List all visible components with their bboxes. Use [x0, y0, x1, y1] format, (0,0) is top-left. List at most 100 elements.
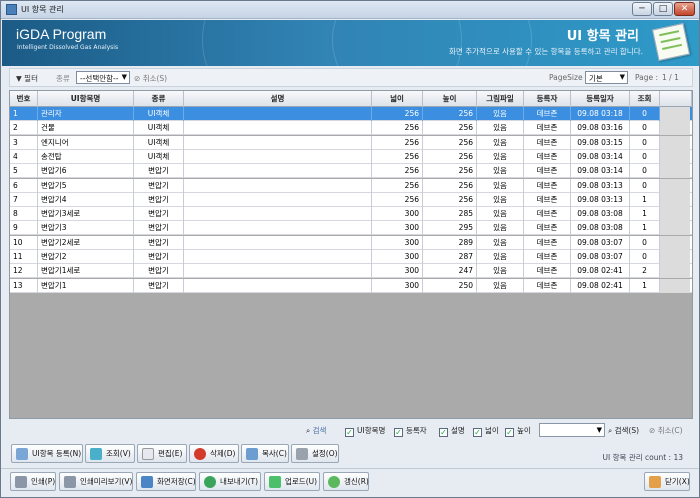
cell-registrant: 데브존	[524, 178, 571, 193]
column-header-name[interactable]: UI항목명	[38, 91, 134, 107]
cell-desc	[184, 135, 372, 150]
close-label: 닫기(X)	[665, 477, 690, 486]
row-filler	[660, 192, 690, 207]
search-bar: ⌕ 검색 ✓ UI항목명 ✓ 등록자 ✓ 설명 ✓ 넓이 ✓ 높이 ▼ ⌕ 검색(S) ⊘…	[9, 421, 693, 440]
column-header-date[interactable]: 등록일자	[571, 91, 630, 107]
search-button-label: 검색(S)	[614, 426, 640, 435]
table-row[interactable]: 8 변압기3세로 변압기 300 285 있음 데브존 09.08 03:08 1	[10, 207, 692, 222]
check-width[interactable]: ✓ 넓이	[473, 425, 499, 437]
table-header: 번호 UI항목명 종류 설명 넓이 높이 그림파일 등록자 등록일자 조회	[10, 91, 692, 107]
table-row[interactable]: 1 관리자 UI객체 256 256 있음 데브존 09.08 03:18 0	[10, 107, 692, 121]
type-select[interactable]: --선택안함-- ▼	[76, 71, 130, 84]
cell-registrant: 데브존	[524, 235, 571, 250]
check-ui-item-name[interactable]: ✓ UI항목명	[345, 425, 385, 437]
column-header-height[interactable]: 높이	[423, 91, 477, 107]
refresh-label: 갱신(R)	[344, 477, 369, 486]
table-row[interactable]: 11 변압기2 변압기 300 287 있음 데브존 09.08 03:07 0	[10, 250, 692, 264]
table-row[interactable]: 4 송전탑 UI객체 256 256 있음 데브존 09.08 03:14 0	[10, 149, 692, 164]
cell-views: 0	[630, 107, 660, 121]
cell-width: 300	[372, 250, 423, 264]
table-row[interactable]: 10 변압기2세로 변압기 300 289 있음 데브존 09.08 03:07 0	[10, 235, 692, 250]
cell-type: 변압기	[134, 192, 184, 207]
column-header-desc[interactable]: 설명	[184, 91, 372, 107]
column-header-no[interactable]: 번호	[10, 91, 38, 107]
cell-registrant: 데브존	[524, 135, 571, 150]
close-button[interactable]: 닫기(X)	[644, 472, 690, 491]
cell-views: 0	[630, 178, 660, 193]
search-input[interactable]: ▼	[539, 423, 605, 437]
copy-button[interactable]: 복사(C)	[241, 444, 289, 463]
delete-button[interactable]: 삭제(D)	[189, 444, 239, 463]
cell-views: 0	[630, 149, 660, 164]
table-row[interactable]: 2 건물 UI객체 256 256 있음 데브존 09.08 03:16 0	[10, 121, 692, 136]
table-row[interactable]: 5 변압기6 변압기 256 256 있음 데브존 09.08 03:14 0	[10, 164, 692, 179]
column-header-type[interactable]: 종류	[134, 91, 184, 107]
cell-no: 6	[10, 178, 38, 193]
cell-image: 있음	[477, 221, 524, 236]
chevron-down-icon: ▼	[121, 73, 127, 81]
maximize-button[interactable]: □	[653, 2, 673, 16]
tools-icon	[296, 448, 308, 460]
cell-name: 변압기3	[38, 221, 134, 236]
pagesize-label: PageSize	[549, 73, 583, 82]
cell-width: 256	[372, 121, 423, 136]
cell-desc	[184, 235, 372, 250]
product-subtitle: Intelligent Dissolved Gas Analysis	[17, 44, 119, 51]
row-filler	[660, 278, 690, 293]
register-button[interactable]: UI항목 등록(N)	[11, 444, 83, 463]
cell-height: 256	[423, 107, 477, 121]
row-filler	[660, 250, 690, 264]
column-header-width[interactable]: 넓이	[372, 91, 423, 107]
screen-save-button[interactable]: 화면저장(C)	[136, 472, 196, 491]
cell-width: 256	[372, 149, 423, 164]
search-button[interactable]: ⌕ 검색(S)	[608, 425, 639, 436]
cell-desc	[184, 164, 372, 179]
grid-add-icon	[16, 448, 28, 460]
table-row[interactable]: 3 엔지니어 UI객체 256 256 있음 데브존 09.08 03:15 0	[10, 135, 692, 150]
settings-button[interactable]: 설정(O)	[291, 444, 339, 463]
cell-no: 7	[10, 192, 38, 207]
cell-type: UI객체	[134, 121, 184, 136]
cell-views: 0	[630, 135, 660, 150]
checkbox-checked-icon: ✓	[394, 428, 403, 437]
upload-button[interactable]: 업로드(U)	[264, 472, 320, 491]
column-header-views[interactable]: 조회	[630, 91, 660, 107]
cancel-icon: ⊘	[134, 74, 141, 83]
pagesize-select[interactable]: 기본 ▼	[585, 71, 628, 84]
cell-width: 256	[372, 164, 423, 179]
row-filler	[660, 235, 690, 250]
search-options-toggle[interactable]: ⌕ 검색	[306, 425, 326, 436]
view-button[interactable]: 조회(V)	[85, 444, 135, 463]
table-row[interactable]: 13 변압기1 변압기 300 250 있음 데브존 09.08 02:41 1	[10, 278, 692, 293]
cell-height: 256	[423, 178, 477, 193]
column-header-image[interactable]: 그림파일	[477, 91, 524, 107]
table-row[interactable]: 6 변압기5 변압기 256 256 있음 데브존 09.08 03:13 0	[10, 178, 692, 193]
minimize-button[interactable]: ─	[632, 2, 652, 16]
search-cancel-button[interactable]: ⊘ 취소(C)	[649, 425, 683, 436]
table-row[interactable]: 9 변압기3 변압기 300 295 있음 데브존 09.08 03:08 1	[10, 221, 692, 236]
export-button[interactable]: 내보내기(T)	[199, 472, 261, 491]
door-icon	[649, 476, 661, 488]
title-bar[interactable]: UI 항목 관리 ─ □ ✕	[1, 1, 699, 19]
cell-name: 변압기1	[38, 278, 134, 293]
cell-image: 있음	[477, 164, 524, 179]
filter-button[interactable]: ▼ 필터	[16, 73, 38, 84]
cell-no: 1	[10, 107, 38, 121]
column-header-registrant[interactable]: 등록자	[524, 91, 571, 107]
cell-registrant: 데브존	[524, 207, 571, 222]
row-filler	[660, 121, 690, 136]
table-row[interactable]: 7 변압기4 변압기 256 256 있음 데브존 09.08 03:13 1	[10, 192, 692, 207]
print-button[interactable]: 인쇄(P)	[10, 472, 56, 491]
filter-cancel-button[interactable]: ⊘ 취소(S)	[134, 73, 167, 84]
cell-date: 09.08 03:15	[571, 135, 630, 150]
table-row[interactable]: 12 변압기1세로 변압기 300 247 있음 데브존 09.08 02:41 2	[10, 264, 692, 279]
cell-date: 09.08 03:07	[571, 250, 630, 264]
cell-no: 13	[10, 278, 38, 293]
print-preview-button[interactable]: 인쇄미리보기(V)	[59, 472, 133, 491]
check-registrant[interactable]: ✓ 등록자	[394, 425, 427, 437]
check-description[interactable]: ✓ 설명	[439, 425, 465, 437]
refresh-button[interactable]: 갱신(R)	[323, 472, 369, 491]
edit-button[interactable]: 편집(E)	[137, 444, 187, 463]
check-height[interactable]: ✓ 높이	[505, 425, 531, 437]
close-window-button[interactable]: ✕	[674, 2, 695, 16]
